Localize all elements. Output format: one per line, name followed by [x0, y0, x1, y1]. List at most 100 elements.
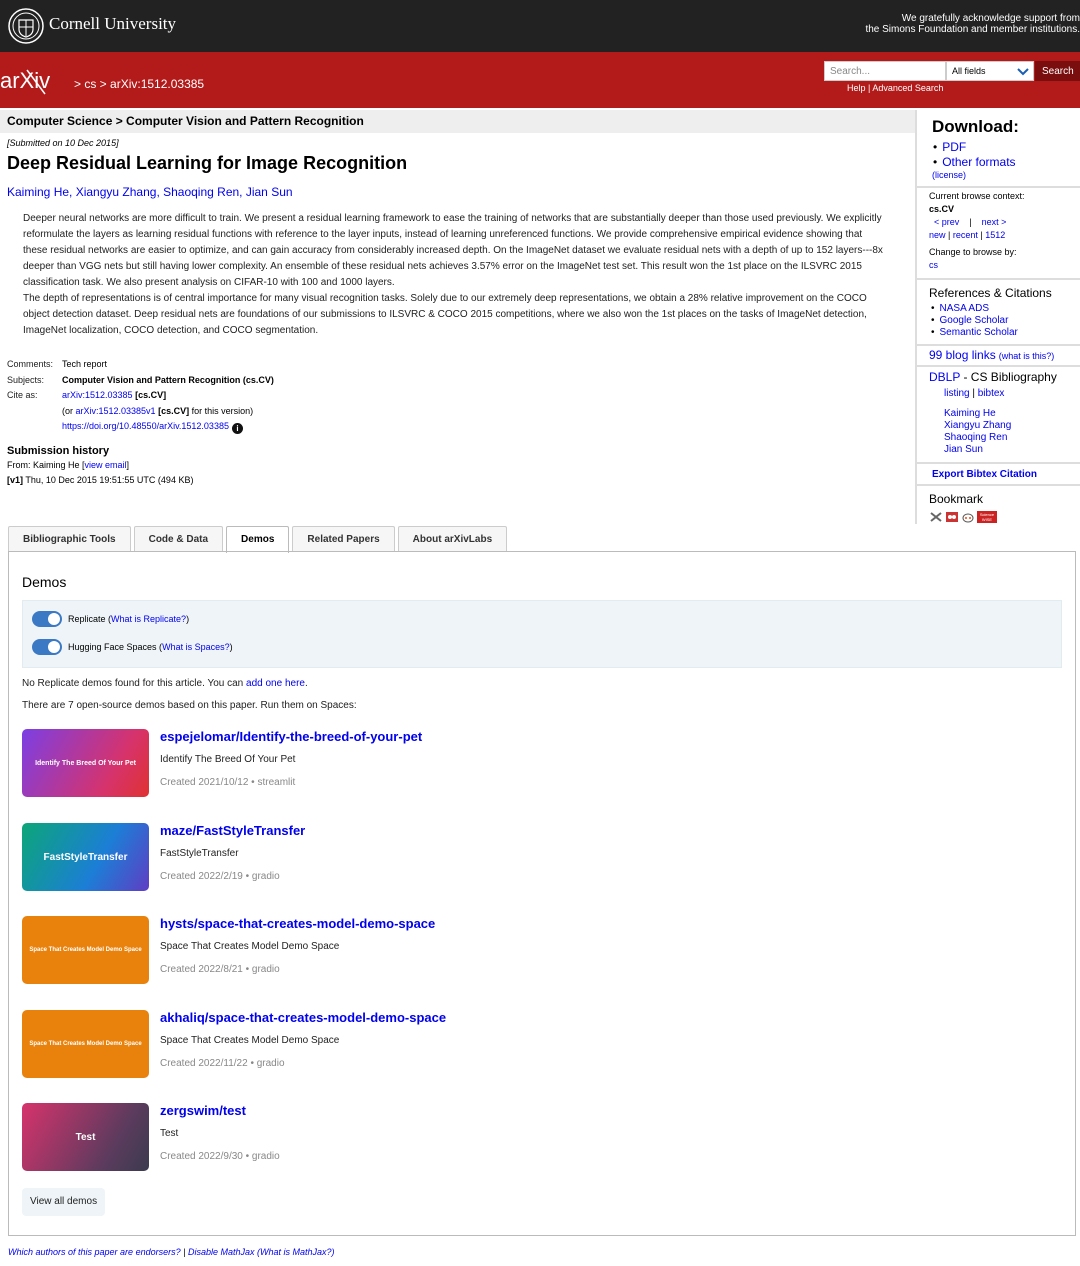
- search-button[interactable]: Search: [1035, 61, 1080, 81]
- demo-thumbnail[interactable]: FastStyleTransfer: [22, 823, 149, 891]
- export-bibtex-link[interactable]: Export Bibtex Citation: [932, 469, 1037, 480]
- demo-meta: Created 2022/9/30 • gradio: [160, 1151, 280, 1162]
- cornell-seal-icon[interactable]: [8, 8, 44, 44]
- demo-title-link[interactable]: akhaliq/space-that-creates-model-demo-sp…: [160, 1010, 446, 1025]
- submitted-date: [Submitted on 10 Dec 2015]: [7, 138, 119, 148]
- blog-links-link[interactable]: 99 blog links: [929, 348, 996, 362]
- blog-links-block: 99 blog links (what is this?): [917, 346, 1080, 367]
- next-link[interactable]: next >: [982, 217, 1007, 227]
- bibsonomy-icon[interactable]: [929, 511, 943, 523]
- add-demo-link[interactable]: add one here: [246, 678, 305, 689]
- dblp-bibtex-link[interactable]: bibtex: [978, 388, 1005, 399]
- demo-description: Space That Creates Model Demo Space: [160, 1035, 340, 1046]
- demo-card[interactable]: FastStyleTransfer maze/FastStyleTransfer…: [22, 823, 1062, 893]
- blog-what-link[interactable]: (what is this?): [999, 351, 1055, 361]
- subjects-value: Computer Vision and Pattern Recognition …: [62, 374, 274, 385]
- context-value: cs.CV: [929, 204, 955, 214]
- license-link[interactable]: (license): [932, 170, 1080, 180]
- author-link[interactable]: Jian Sun: [246, 185, 293, 199]
- cite-link[interactable]: arXiv:1512.03385: [62, 390, 133, 400]
- download-block: Download: • PDF • Other formats (license): [917, 110, 1080, 188]
- breadcrumb[interactable]: > cs > arXiv:1512.03385: [74, 77, 204, 91]
- demo-card[interactable]: Test zergswim/test Test Created 2022/9/3…: [22, 1103, 1062, 1173]
- google-scholar-link[interactable]: Google Scholar: [940, 315, 1009, 326]
- view-all-demos-button[interactable]: View all demos: [22, 1188, 106, 1216]
- info-icon[interactable]: i: [231, 423, 243, 434]
- demo-thumbnail[interactable]: Identify The Breed Of Your Pet: [22, 729, 149, 797]
- author-link[interactable]: Xiangyu Zhang: [76, 185, 157, 199]
- tab-demos[interactable]: Demos: [226, 526, 290, 553]
- dblp-listing-link[interactable]: listing: [944, 388, 970, 399]
- browse-context: Current browse context: cs.CV < prev | n…: [917, 188, 1080, 280]
- tab-code-data[interactable]: Code & Data: [133, 526, 224, 552]
- arxiv-logo[interactable]: arXiv: [0, 66, 70, 96]
- version-link[interactable]: arXiv:1512.03385v1: [76, 406, 156, 416]
- bookmark-block: Bookmark Science WISE: [917, 486, 1080, 523]
- reddit-icon[interactable]: [961, 511, 975, 523]
- demo-meta: Created 2022/11/22 • gradio: [160, 1058, 285, 1069]
- endorsers-link[interactable]: Which authors of this paper are endorser…: [8, 1247, 181, 1257]
- demo-title-link[interactable]: maze/FastStyleTransfer: [160, 823, 305, 838]
- advanced-search-link[interactable]: Advanced Search: [872, 83, 943, 93]
- export-block: Export Bibtex Citation: [917, 464, 1080, 486]
- dblp-link[interactable]: DBLP: [929, 370, 960, 384]
- tab-bibliographic-tools[interactable]: Bibliographic Tools: [8, 526, 131, 552]
- nasa-ads-link[interactable]: NASA ADS: [940, 303, 989, 314]
- demo-title-link[interactable]: espejelomar/Identify-the-breed-of-your-p…: [160, 729, 422, 744]
- dblp-author-link[interactable]: Kaiming He: [944, 408, 1080, 420]
- spaces-toggle[interactable]: [32, 639, 62, 655]
- labs-tabs: Bibliographic Tools Code & Data Demos Re…: [8, 526, 510, 553]
- demo-card[interactable]: Space That Creates Model Demo Space hyst…: [22, 916, 1062, 986]
- search-input[interactable]: Search...: [824, 61, 946, 81]
- dblp-author-link[interactable]: Jian Sun: [944, 444, 1080, 456]
- doi-link[interactable]: https://doi.org/10.48550/arXiv.1512.0338…: [62, 421, 229, 431]
- sidebar: Download: • PDF • Other formats (license) …: [915, 110, 1080, 524]
- demo-title-link[interactable]: zergswim/test: [160, 1103, 246, 1118]
- search-field-select[interactable]: All fields: [946, 61, 1034, 81]
- abstract-paragraph: The depth of representations is of centr…: [23, 293, 867, 336]
- disable-mathjax-link[interactable]: Disable MathJax: [188, 1247, 255, 1257]
- new-link[interactable]: new: [929, 230, 946, 240]
- demo-thumbnail[interactable]: Space That Creates Model Demo Space: [22, 916, 149, 984]
- period-link[interactable]: 1512: [985, 230, 1005, 240]
- author-link[interactable]: Shaoqing Ren: [163, 185, 239, 199]
- demo-meta: Created 2022/8/21 • gradio: [160, 964, 280, 975]
- chevron-down-icon: [1017, 68, 1029, 76]
- demos-title: Demos: [22, 574, 67, 590]
- demo-description: FastStyleTransfer: [160, 848, 239, 859]
- demo-card[interactable]: Identify The Breed Of Your Pet espejelom…: [22, 729, 1062, 799]
- browse-cs-link[interactable]: cs: [929, 259, 1080, 272]
- abstract-paragraph: Deeper neural networks are more difficul…: [23, 213, 883, 288]
- dblp-author-link[interactable]: Shaoqing Ren: [944, 432, 1080, 444]
- cornell-header: Cornell University We gratefully acknowl…: [0, 0, 1080, 52]
- other-formats-link[interactable]: Other formats: [942, 155, 1015, 169]
- help-link[interactable]: Help: [847, 83, 866, 93]
- semantic-scholar-link[interactable]: Semantic Scholar: [940, 327, 1018, 338]
- author-list: Kaiming He, Xiangyu Zhang, Shaoqing Ren,…: [7, 185, 293, 199]
- demo-thumbnail[interactable]: Test: [22, 1103, 149, 1171]
- what-is-spaces-link[interactable]: What is Spaces?: [162, 642, 230, 652]
- view-email-link[interactable]: view email: [85, 460, 127, 470]
- sciencewise-icon[interactable]: ScienceWISE: [977, 511, 997, 523]
- demo-title-link[interactable]: hysts/space-that-creates-model-demo-spac…: [160, 916, 435, 931]
- demo-thumbnail[interactable]: Space That Creates Model Demo Space: [22, 1010, 149, 1078]
- demos-panel: Demos Replicate (What is Replicate?) Hug…: [8, 551, 1076, 1236]
- cornell-name[interactable]: Cornell University: [49, 14, 176, 34]
- paper-main: [Submitted on 10 Dec 2015] Deep Residual…: [7, 135, 897, 488]
- dblp-author-link[interactable]: Xiangyu Zhang: [944, 420, 1080, 432]
- tab-about-arxivlabs[interactable]: About arXivLabs: [397, 526, 508, 552]
- toggle-box: Replicate (What is Replicate?) Hugging F…: [22, 600, 1062, 668]
- recent-link[interactable]: recent: [953, 230, 978, 240]
- prev-link[interactable]: < prev: [934, 217, 959, 227]
- demo-card[interactable]: Space That Creates Model Demo Space akha…: [22, 1010, 1062, 1080]
- comments-value: Tech report: [62, 359, 108, 369]
- demo-description: Identify The Breed Of Your Pet: [160, 754, 296, 765]
- replicate-toggle[interactable]: [32, 611, 62, 627]
- author-link[interactable]: Kaiming He: [7, 185, 69, 199]
- what-is-replicate-link[interactable]: What is Replicate?: [111, 614, 186, 624]
- what-is-mathjax-link[interactable]: (What is MathJax?): [257, 1247, 335, 1257]
- pdf-link[interactable]: PDF: [942, 140, 966, 154]
- references-block: References & Citations • NASA ADS • Google…: [917, 280, 1080, 346]
- tab-related-papers[interactable]: Related Papers: [292, 526, 395, 552]
- mendeley-icon[interactable]: [945, 511, 959, 523]
